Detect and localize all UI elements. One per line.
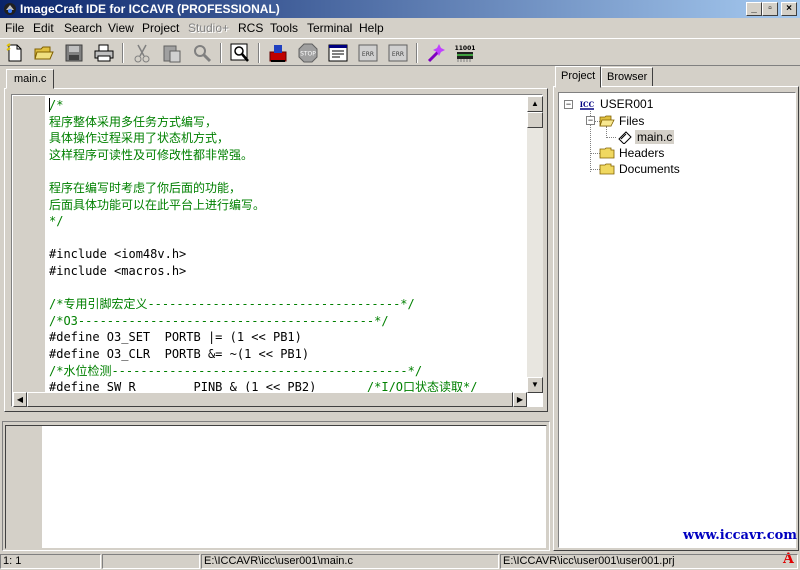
menu-tools[interactable]: Tools [270,21,298,35]
tab-browser[interactable]: Browser [601,67,654,87]
code-line[interactable]: #define O3_CLR PORTB &= ~(1 << PB1) [49,346,309,363]
scroll-left-button[interactable]: ◀ [13,392,27,407]
chip-label: 11001 [455,45,476,52]
status-project-path: E:\ICCAVR\icc\user001\user001.prj [500,554,798,569]
watermark-url: www.iccavr.com [683,528,798,543]
folder-icon [599,147,615,159]
menu-file[interactable]: File [5,21,24,35]
scroll-down-button[interactable]: ▼ [527,377,543,393]
tree-file-main-c[interactable]: main.c [635,130,675,144]
code-line[interactable]: /*专用引脚宏定义-------------------------------… [49,296,415,313]
code-line[interactable]: 这样程序可读性及可修改性都非常强。 [49,147,253,164]
paste-icon[interactable] [161,42,183,64]
tab-project[interactable]: Project [555,66,602,88]
restore-button[interactable]: ▫ [762,2,778,16]
output-text-area[interactable] [5,425,547,549]
editor-vertical-scrollbar[interactable]: ▲ ▼ [527,96,543,393]
app-icon[interactable] [3,2,17,16]
menu-help[interactable]: Help [359,21,384,35]
code-text-area[interactable]: /* 程序整体采用多任务方式编写， 具体操作过程采用了状态机方式， 这样程序可读性及可… [49,96,526,393]
toolbar-separator [258,43,260,63]
scroll-thumb[interactable] [527,112,543,128]
code-line[interactable]: /* [49,97,63,114]
root-expander[interactable]: − [564,100,573,109]
menu-project[interactable]: Project [142,21,179,35]
tree-folder-headers[interactable]: Headers [619,146,664,160]
toolbar-separator [122,43,124,63]
code-line[interactable]: #include <macros.h> [49,263,186,280]
menu-bar: File Edit Search View Project Studio+ RC… [0,19,800,37]
open-folder-icon [599,115,615,127]
cut-icon[interactable] [131,42,153,64]
new-file-icon[interactable] [4,42,26,64]
save-icon[interactable] [63,42,85,64]
code-line[interactable]: #define SW_R PINB & (1 << PB2) /*I/O口状态读… [49,379,477,393]
print-icon[interactable] [93,42,115,64]
scroll-right-button[interactable]: ▶ [513,392,527,407]
toolbar: STOP ERR ERR 11001 [0,38,800,66]
tab-main-c[interactable]: main.c [6,69,55,89]
output-pane [2,421,550,551]
menu-rcs[interactable]: RCS [238,21,263,35]
project-panel: − ICC USER001 − Files main.c Headers Doc… [553,86,799,567]
icc-project-icon: ICC [579,97,595,111]
open-folder-icon[interactable] [33,42,55,64]
icc-badge: ICC [580,100,595,109]
code-line[interactable]: 程序整体采用多任务方式编写， [49,114,217,131]
code-line[interactable]: #define O3_SET PORTB |= (1 << PB1) [49,329,302,346]
code-editor[interactable]: /* 程序整体采用多任务方式编写， 具体操作过程采用了状态机方式， 这样程序可读性及可… [11,94,543,407]
tree-folder-documents[interactable]: Documents [619,162,680,176]
editor-gutter [13,96,45,393]
project-pane: Project Browser − ICC USER001 − Files ma… [553,66,799,567]
chip-programmer-icon[interactable]: 11001 [454,42,476,64]
editor-horizontal-scrollbar[interactable]: ◀ ▶ [13,392,527,407]
c-file-icon [618,131,632,144]
magic-wand-icon[interactable] [425,42,447,64]
code-line[interactable]: #include <iom48v.h> [49,246,186,263]
menu-search[interactable]: Search [64,21,102,35]
config-icon[interactable] [327,42,349,64]
code-line[interactable]: /*水位检测----------------------------------… [49,363,422,380]
editor-panel: /* 程序整体采用多任务方式编写， 具体操作过程采用了状态机方式， 这样程序可读性及可… [4,88,548,412]
tree-line [606,137,616,138]
window-title: ImageCraft IDE for ICCAVR (PROFESSIONAL) [20,2,280,16]
tree-root-user001[interactable]: USER001 [600,97,653,111]
code-line[interactable]: 具体操作过程采用了状态机方式， [49,130,229,147]
err-label: ERR [392,51,404,58]
editor-window: main.c /* 程序整体采用多任务方式编写， 具体操作过程采用了状态机方式， 这样… [2,67,550,414]
error-next-icon[interactable]: ERR [387,42,409,64]
status-cursor-position: 1: 1 [0,554,101,569]
toolbar-separator [416,43,418,63]
files-expander[interactable]: − [586,116,595,125]
stop-icon[interactable]: STOP [297,42,319,64]
scroll-thumb-horizontal[interactable] [27,392,513,407]
minimize-button[interactable]: _ [746,2,762,16]
menu-terminal[interactable]: Terminal [307,21,352,35]
status-empty [102,554,200,569]
menu-studio-plus[interactable]: Studio+ [188,21,229,35]
code-line[interactable]: 程序在编写时考虑了你后面的功能， [49,180,241,197]
status-file-path: E:\ICCAVR\icc\user001\main.c [201,554,499,569]
code-line[interactable]: 后面具体功能可以在此平台上进行编写。 [49,197,265,214]
find-replace-icon[interactable] [191,42,213,64]
menu-view[interactable]: View [108,21,134,35]
folder-icon [599,163,615,175]
code-line[interactable]: /*O3------------------------------------… [49,313,389,330]
err-label: ERR [362,51,374,58]
menu-edit[interactable]: Edit [33,21,54,35]
stop-label: STOP [300,51,316,58]
toolbar-separator [220,43,222,63]
scroll-up-button[interactable]: ▲ [527,96,543,112]
project-tree[interactable]: − ICC USER001 − Files main.c Headers Doc… [558,92,798,567]
build-icon[interactable] [267,42,289,64]
find-in-files-icon[interactable] [229,42,251,64]
tree-folder-files[interactable]: Files [619,114,644,128]
close-button[interactable]: × [781,2,797,16]
code-line[interactable]: */ [49,213,63,230]
title-bar: ImageCraft IDE for ICCAVR (PROFESSIONAL)… [0,0,800,18]
status-bar: 1: 1 E:\ICCAVR\icc\user001\main.c E:\ICC… [0,553,800,570]
error-list-icon[interactable]: ERR [357,42,379,64]
output-gutter [6,426,42,548]
